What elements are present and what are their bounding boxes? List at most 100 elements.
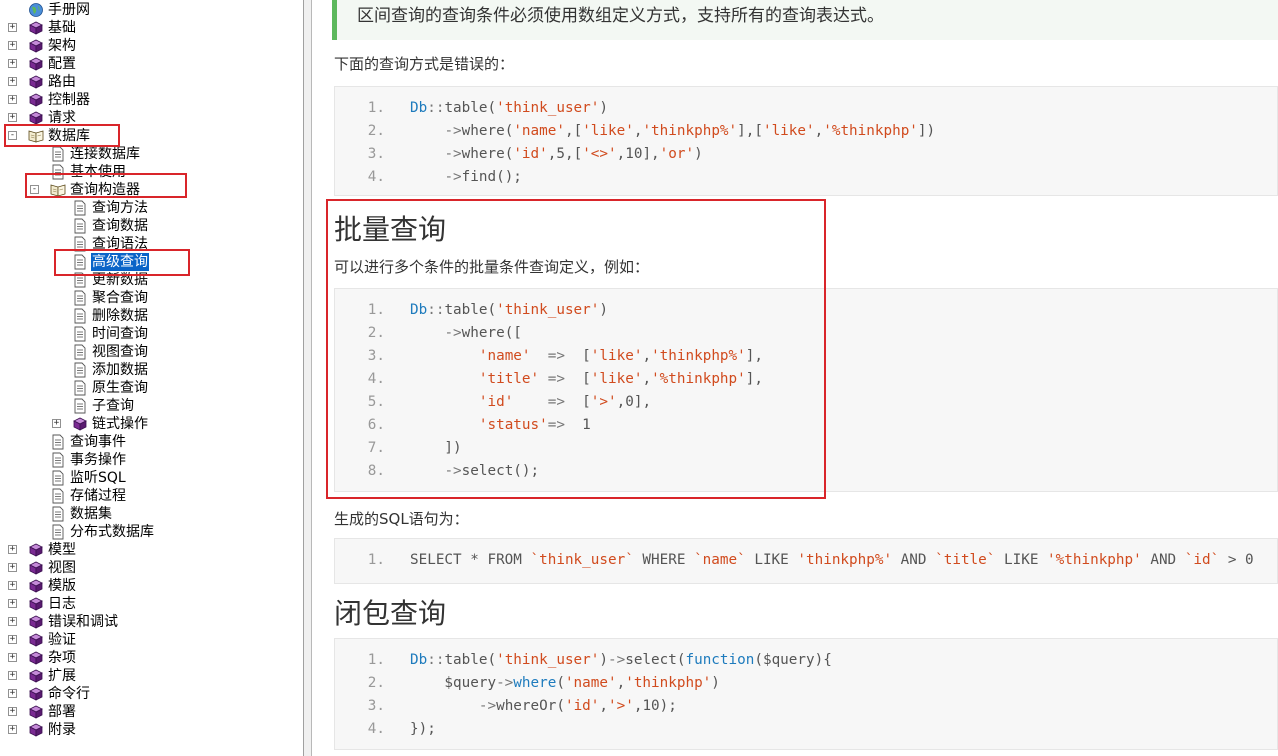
expand-icon[interactable]: + [8,617,17,626]
code-token: ], [745,348,763,364]
expand-icon[interactable]: + [8,545,17,554]
tree-node[interactable]: - 数据库 [0,127,300,145]
book-icon [28,542,44,558]
tree-node[interactable]: 存储过程 [0,487,300,505]
tree-node[interactable]: + 配置 [0,55,300,73]
tree-node[interactable]: 连接数据库 [0,145,300,163]
code-token: ,10); [633,698,677,714]
tree-node[interactable]: 手册网 [0,1,300,19]
tree-node[interactable]: + 基础 [0,19,300,37]
expand-icon[interactable]: + [8,599,17,608]
collapse-icon[interactable]: - [30,185,39,194]
code-token: AND [892,552,936,568]
expand-icon[interactable]: + [8,41,17,50]
page-icon [50,524,66,540]
page-icon [72,254,88,270]
page-icon [72,326,88,342]
tree-node[interactable]: + 模型 [0,541,300,559]
code-token: ( [556,675,565,691]
tree-node[interactable]: + 命令行 [0,685,300,703]
tree-node[interactable]: + 错误和调试 [0,613,300,631]
code-token: '>' [608,698,634,714]
collapse-icon[interactable]: - [8,131,17,140]
expand-icon[interactable]: + [8,635,17,644]
code-token: SELECT * FROM [410,552,531,568]
tree-node[interactable]: 添加数据 [0,361,300,379]
code-token: '<>' [582,146,617,162]
code-token: :: [427,302,445,318]
expand-icon[interactable]: + [8,563,17,572]
tree-node[interactable]: 原生查询 [0,379,300,397]
page-icon [50,452,66,468]
expand-icon[interactable]: + [8,707,17,716]
tree-node[interactable]: + 视图 [0,559,300,577]
expand-icon[interactable]: + [8,725,17,734]
tree-node[interactable]: 时间查询 [0,325,300,343]
para-wrong-usage: 下面的查询方式是错误的： [334,55,515,73]
code-token: -> [608,652,626,668]
tree-node-label: 查询方法 [92,200,148,216]
code-token: 'title' [478,371,540,387]
toc-tree-panel[interactable]: 手册网 + 基础 + 架构 + 配置 + 路由 + 控制器 + 请求 - 数据库 连接数据库 基本使用 - 查询构造… [0,0,304,756]
tree-node[interactable]: 事务操作 [0,451,300,469]
tree-node[interactable]: + 验证 [0,631,300,649]
tree-node[interactable]: 聚合查询 [0,289,300,307]
expand-icon[interactable]: + [8,653,17,662]
code-token: LIKE [995,552,1048,568]
page-icon [72,200,88,216]
code-block-sql: 1. SELECT * FROM `think_user` WHERE `name… [334,538,1278,584]
tree-node[interactable]: + 路由 [0,73,300,91]
tree-node[interactable]: 基本使用 [0,163,300,181]
expand-icon[interactable]: + [8,671,17,680]
line-number: 1. [367,552,385,568]
tree-node[interactable]: + 日志 [0,595,300,613]
tree-node[interactable]: 查询数据 [0,217,300,235]
tree-node[interactable]: 视图查询 [0,343,300,361]
tree-node[interactable]: + 链式操作 [0,415,300,433]
expand-icon[interactable]: + [8,59,17,68]
code-token: -> [444,146,462,162]
tree-node[interactable]: + 架构 [0,37,300,55]
page-icon [72,344,88,360]
tree-node[interactable]: 更新数据 [0,271,300,289]
code-token: ) [599,100,608,116]
tree-node[interactable]: + 控制器 [0,91,300,109]
expand-icon[interactable]: + [52,419,61,428]
tree-node[interactable]: 高级查询 [0,253,300,271]
tree-node[interactable]: + 扩展 [0,667,300,685]
code-token: 'like' [590,371,643,387]
tree-node[interactable]: + 附录 [0,721,300,739]
tree-node[interactable]: 分布式数据库 [0,523,300,541]
tree-node[interactable]: + 请求 [0,109,300,127]
code-token: '%thinkphp' [1047,552,1142,568]
tree-node[interactable]: 数据集 [0,505,300,523]
tree-node-label: 连接数据库 [70,146,140,162]
expand-icon[interactable]: + [8,77,17,86]
expand-icon[interactable]: + [8,689,17,698]
expand-icon[interactable]: + [8,113,17,122]
tree-node-label: 模型 [48,542,76,558]
tree-node[interactable]: + 模版 [0,577,300,595]
code-token: where( [461,146,514,162]
code-token: select( [625,652,686,668]
expand-icon[interactable]: + [8,581,17,590]
para-batch-query: 可以进行多个条件的批量条件查询定义，例如： [334,258,650,276]
tree-node[interactable]: 查询事件 [0,433,300,451]
expand-icon[interactable]: + [8,23,17,32]
pane-splitter[interactable] [304,0,312,756]
tree-node[interactable]: 查询方法 [0,199,300,217]
tree-node-label: 路由 [48,74,76,90]
tree-node[interactable]: - 查询构造器 [0,181,300,199]
tree-node[interactable]: + 杂项 [0,649,300,667]
tree-node[interactable]: + 部署 [0,703,300,721]
tree-node[interactable]: 子查询 [0,397,300,415]
line-number: 2. [367,675,385,691]
code-token: select(); [461,463,540,479]
tree-node[interactable]: 查询语法 [0,235,300,253]
tree-node-label: 存储过程 [70,488,126,504]
tree-node[interactable]: 删除数据 [0,307,300,325]
expand-icon[interactable]: + [8,95,17,104]
tree-node[interactable]: 监听SQL [0,469,300,487]
tree-node-label: 基础 [48,20,76,36]
